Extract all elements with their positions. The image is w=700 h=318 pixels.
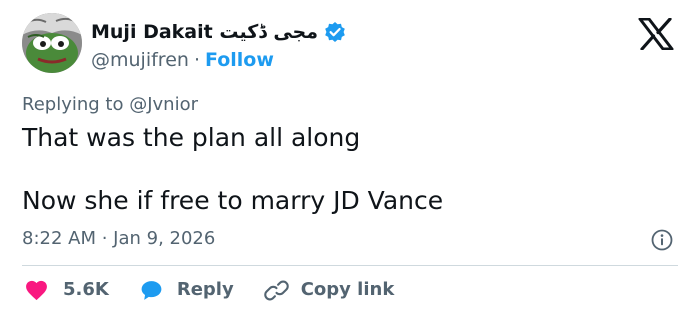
speech-bubble-icon bbox=[141, 280, 162, 300]
info-icon[interactable] bbox=[651, 229, 673, 251]
handle-separator: · bbox=[193, 49, 200, 71]
tweet-card: Muji Dakait مجی ڈکیت @mujifren · Follow … bbox=[0, 0, 700, 318]
replying-to-label[interactable]: Replying to @Jvnior bbox=[22, 93, 198, 117]
action-bar: 5.6K Reply Copy link bbox=[24, 276, 394, 304]
copy-link-button[interactable]: Copy link bbox=[263, 276, 395, 304]
x-logo-icon[interactable] bbox=[638, 18, 674, 50]
tweet-text-line-1: That was the plan all along bbox=[22, 123, 361, 152]
tweet-text-line-2: Now she if free to marry JD Vance bbox=[22, 186, 444, 215]
reply-button[interactable]: Reply bbox=[139, 276, 234, 304]
author-handle[interactable]: @mujifren bbox=[91, 48, 189, 72]
link-icon bbox=[263, 280, 289, 300]
author-handle-row: @mujifren · Follow bbox=[91, 48, 274, 72]
follow-button[interactable]: Follow bbox=[205, 48, 274, 72]
copy-link-label: Copy link bbox=[300, 279, 395, 300]
like-count: 5.6K bbox=[63, 279, 109, 300]
tweet-timestamp[interactable]: 8:22 AM · Jan 9, 2026 bbox=[22, 227, 215, 251]
like-button[interactable]: 5.6K bbox=[24, 276, 109, 304]
author-name-row: Muji Dakait مجی ڈکیت bbox=[91, 19, 346, 45]
verified-badge-icon bbox=[325, 22, 345, 42]
author-display-name[interactable]: Muji Dakait مجی ڈکیت bbox=[91, 19, 318, 45]
action-divider bbox=[22, 265, 678, 266]
reply-label: Reply bbox=[176, 279, 234, 300]
heart-icon bbox=[26, 280, 47, 300]
avatar[interactable] bbox=[22, 13, 82, 73]
pepe-frog-avatar-icon bbox=[22, 13, 82, 73]
